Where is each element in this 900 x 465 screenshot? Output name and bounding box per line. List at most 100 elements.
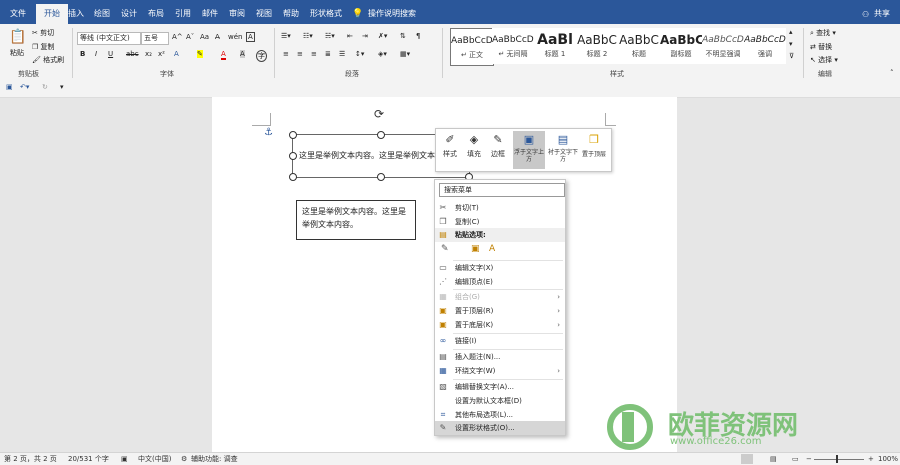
tab-layout[interactable]: 布局: [144, 4, 168, 24]
bullets-icon[interactable]: ☰▾: [281, 32, 291, 40]
menu-item-send-to-back[interactable]: ▣ 置于底层(K) ›: [435, 318, 565, 332]
textbox[interactable]: 这里是举例文本内容。这里是举例文本内容。: [296, 200, 416, 240]
italic-icon[interactable]: I: [95, 50, 97, 58]
fill-button[interactable]: ◈ 填充: [463, 131, 485, 169]
accessibility-status[interactable]: 辅助功能: 调查: [191, 453, 238, 465]
paste-button[interactable]: 粘贴: [10, 48, 24, 58]
style-heading-1[interactable]: AaBl 标题 1: [534, 28, 576, 64]
font-grow-icon[interactable]: A^: [172, 33, 183, 41]
borders-icon[interactable]: ▦▾: [400, 50, 410, 58]
style-no-spacing[interactable]: AaBbCcDc ↵ 无间隔: [492, 28, 534, 64]
menu-item-edit-text[interactable]: ▭ 编辑文字(X): [435, 261, 565, 275]
border-button[interactable]: ✎ 边框: [487, 131, 509, 169]
font-size-combo[interactable]: 五号: [141, 32, 169, 45]
resize-handle[interactable]: [377, 131, 385, 139]
tab-view[interactable]: 视图: [252, 4, 276, 24]
paste-keep-source-icon[interactable]: ✎: [441, 244, 449, 254]
undo-icon[interactable]: ↶▾: [20, 83, 29, 91]
menu-item-copy[interactable]: ❐ 复制(C): [435, 215, 565, 229]
style-emphasis[interactable]: AaBbCcD 强调: [744, 28, 786, 64]
style-subtle-emphasis[interactable]: AaBbCcD 不明显强调: [702, 28, 744, 64]
phonetic-icon[interactable]: wén: [228, 33, 242, 41]
show-marks-icon[interactable]: ¶: [416, 32, 420, 40]
styles-more-icon[interactable]: ⊽: [789, 52, 794, 60]
underline-icon[interactable]: U: [108, 50, 113, 58]
style-title[interactable]: AaBbC 标题: [618, 28, 660, 64]
menu-item-cut[interactable]: ✂ 剪切(T): [435, 201, 565, 215]
proofing-icon[interactable]: ▣: [121, 453, 128, 465]
zoom-slider-thumb[interactable]: [836, 455, 838, 463]
menu-item-group[interactable]: ▦ 组合(G) ›: [435, 290, 565, 304]
subscript-icon[interactable]: x₂: [145, 50, 152, 58]
tab-file[interactable]: 文件: [6, 4, 30, 24]
tab-references[interactable]: 引用: [171, 4, 195, 24]
zoom-in-icon[interactable]: +: [868, 453, 874, 465]
print-layout-icon[interactable]: ▤: [770, 453, 777, 465]
increase-indent-icon[interactable]: ⇥: [362, 32, 368, 40]
style-normal[interactable]: AaBbCcDc ↵ 正文: [450, 28, 494, 66]
zoom-out-icon[interactable]: −: [806, 453, 812, 465]
bring-to-front-button[interactable]: ❐ 置于顶层: [579, 131, 609, 169]
resize-handle[interactable]: [289, 152, 297, 160]
text-effect-icon[interactable]: A: [174, 50, 179, 58]
language-status[interactable]: 中文(中国): [138, 453, 171, 465]
word-count[interactable]: 20/531 个字: [68, 453, 109, 465]
align-left-icon[interactable]: ≡: [283, 50, 289, 58]
justify-icon[interactable]: ≣: [325, 50, 331, 58]
format-painter-button[interactable]: 🖌 格式刷: [32, 55, 64, 65]
menu-item-edit-points[interactable]: ⋰ 编辑顶点(E): [435, 275, 565, 289]
redo-icon[interactable]: ↻: [42, 83, 48, 91]
numbering-icon[interactable]: ☷▾: [303, 32, 313, 40]
menu-item-format-shape[interactable]: ✎ 设置形状格式(O)...: [435, 421, 565, 435]
save-icon[interactable]: ▣: [6, 83, 13, 91]
styles-scroll-up-icon[interactable]: ▴: [789, 28, 793, 36]
copy-button[interactable]: ❐ 复制: [32, 42, 55, 52]
paste-icon[interactable]: 📋: [9, 29, 27, 47]
customize-qat-icon[interactable]: ▾: [60, 83, 64, 91]
replace-button[interactable]: ⇄ 替换: [810, 42, 832, 52]
resize-handle[interactable]: [289, 173, 297, 181]
behind-text-button[interactable]: ▤ 衬于文字下方: [547, 131, 579, 169]
collapse-ribbon-icon[interactable]: ˄: [890, 69, 894, 77]
menu-item-more-layout[interactable]: ⌗ 其他布局选项(L)...: [435, 408, 565, 422]
decrease-indent-icon[interactable]: ⇤: [347, 32, 353, 40]
zoom-level[interactable]: 100%: [878, 453, 898, 465]
style-subtitle[interactable]: AaBbC 副标题: [660, 28, 702, 64]
tab-shape-format[interactable]: 形状格式: [306, 4, 346, 24]
in-front-of-text-button[interactable]: ▣ 浮于文字上方: [513, 131, 545, 169]
style-heading-2[interactable]: AaBbC 标题 2: [576, 28, 618, 64]
resize-handle[interactable]: [377, 173, 385, 181]
menu-item-insert-caption[interactable]: ▤ 插入题注(N)...: [435, 350, 565, 364]
share-button[interactable]: 共享: [870, 4, 894, 24]
read-mode-icon[interactable]: [741, 454, 753, 464]
tell-me-search[interactable]: 操作说明搜索: [364, 4, 420, 24]
paste-picture-icon[interactable]: ▣: [471, 244, 480, 254]
char-shading-icon[interactable]: A: [240, 50, 245, 58]
paste-text-only-icon[interactable]: A: [489, 244, 495, 254]
tab-design[interactable]: 设计: [117, 4, 141, 24]
distributed-icon[interactable]: ☰: [339, 50, 345, 58]
tab-help[interactable]: 帮助: [279, 4, 303, 24]
align-right-icon[interactable]: ≡: [311, 50, 317, 58]
tab-mailings[interactable]: 邮件: [198, 4, 222, 24]
bold-icon[interactable]: B: [80, 50, 85, 58]
clear-format-icon[interactable]: A̶: [215, 33, 220, 41]
sort-icon[interactable]: ⇅: [400, 32, 406, 40]
font-color-icon[interactable]: A: [221, 50, 226, 60]
menu-item-bring-to-front[interactable]: ▣ 置于顶层(R) ›: [435, 304, 565, 318]
menu-item-link[interactable]: ∞ 链接(I): [435, 334, 565, 348]
shading-icon[interactable]: ◈▾: [378, 50, 387, 58]
highlight-icon[interactable]: ✎: [197, 50, 203, 58]
menu-search-input[interactable]: 搜索菜单: [439, 183, 565, 197]
line-spacing-icon[interactable]: ↕▾: [355, 50, 364, 58]
align-center-icon[interactable]: ≡: [297, 50, 303, 58]
strikethrough-icon[interactable]: abc: [126, 50, 139, 58]
select-button[interactable]: ↖ 选择 ▾: [810, 55, 838, 65]
superscript-icon[interactable]: x²: [158, 50, 165, 58]
menu-item-set-default-textbox[interactable]: 设置为默认文本框(D): [435, 394, 565, 408]
font-name-combo[interactable]: 等线 (中文正文): [77, 32, 141, 45]
web-layout-icon[interactable]: ▭: [792, 453, 799, 465]
multilevel-list-icon[interactable]: ☵▾: [325, 32, 335, 40]
find-button[interactable]: ⌕ 查找 ▾: [810, 28, 836, 38]
menu-item-wrap-text[interactable]: ▦ 环绕文字(W) ›: [435, 364, 565, 378]
